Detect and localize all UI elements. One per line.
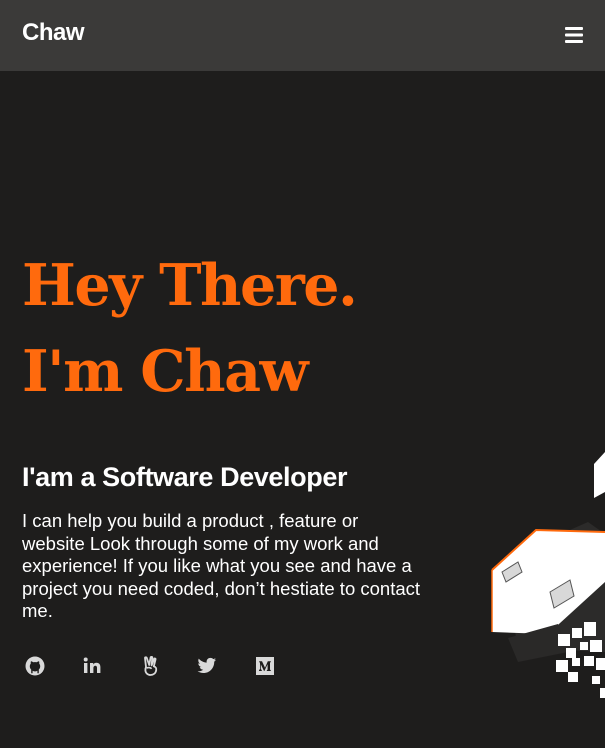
hamburger-menu-icon[interactable] xyxy=(561,22,587,48)
decorative-3d-artwork xyxy=(488,452,605,700)
twitter-icon[interactable] xyxy=(196,655,218,677)
brand-logo-link[interactable]: Chaw xyxy=(22,19,85,47)
medium-icon[interactable] xyxy=(254,655,276,677)
navbar: Chaw xyxy=(0,0,605,71)
hero-subtitle: I'am a Software Developer xyxy=(22,462,348,492)
hero-greeting-line1: Hey There. xyxy=(22,252,358,319)
angellist-icon[interactable] xyxy=(140,655,162,677)
hero-greeting-line2: I'm Chaw xyxy=(22,338,309,405)
hero-title: Hey There. I'm Chaw xyxy=(22,252,358,405)
linkedin-icon[interactable] xyxy=(82,655,104,677)
github-icon[interactable] xyxy=(24,655,46,677)
hero-description: I can help you build a product , feature… xyxy=(22,510,421,622)
